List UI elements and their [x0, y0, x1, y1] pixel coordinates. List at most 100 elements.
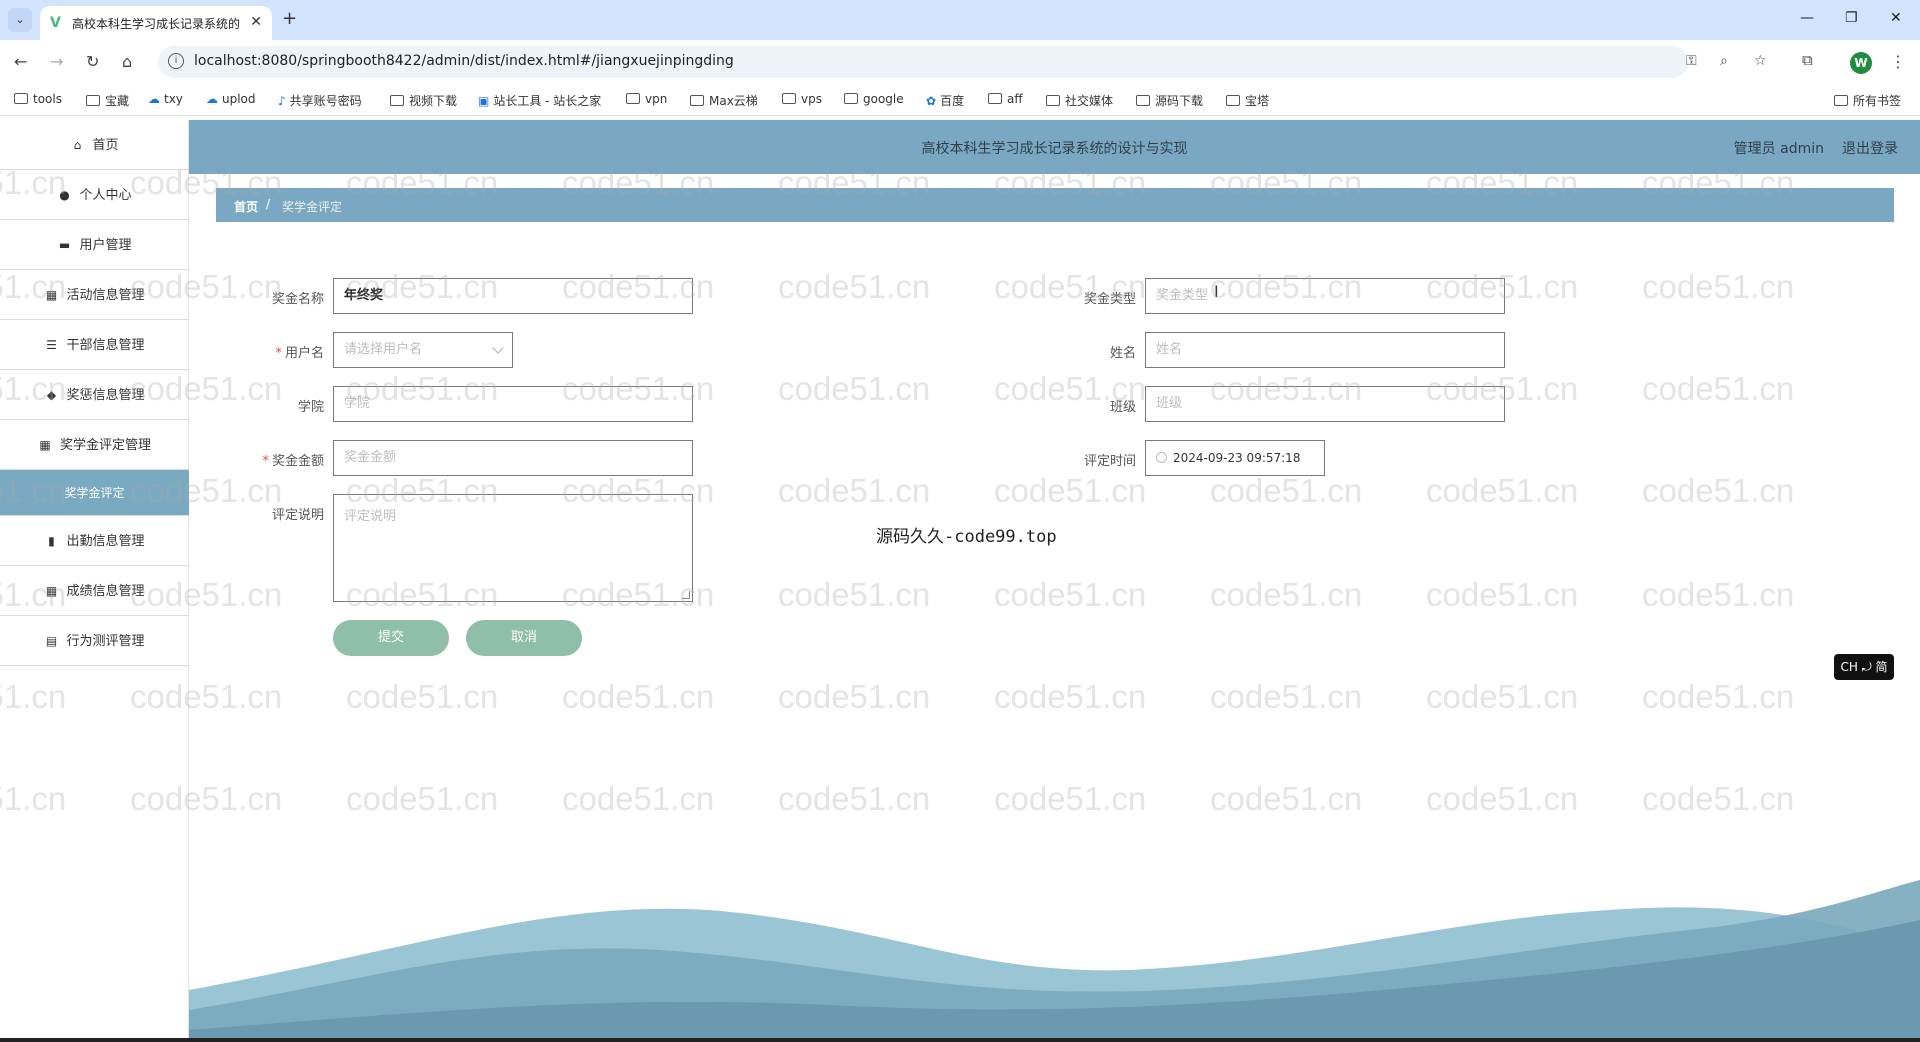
watermark-text: code51.cn [994, 472, 1146, 510]
sidebar-item-grades[interactable]: ▦成绩信息管理 [0, 566, 189, 616]
menu-kebab-icon[interactable]: ⋮ [1890, 52, 1906, 71]
text-cursor-icon: I [1214, 282, 1219, 301]
bookmark-item[interactable]: ♪共享账号密码 [278, 92, 362, 109]
reload-icon[interactable]: ↻ [86, 52, 99, 71]
bookmark-item[interactable]: vps [782, 92, 822, 106]
list-icon: ☰ [44, 320, 58, 370]
sidebar-item-scholarship-mgmt[interactable]: ▦奖学金评定管理 [0, 420, 189, 470]
label-class: 班级 [1046, 396, 1136, 415]
bookmark-item[interactable]: ☁txy [148, 92, 183, 106]
breadcrumb: 首页 / 奖学金评定 [216, 188, 1894, 222]
app-header: 高校本科生学习成长记录系统的设计与实现 管理员 admin 退出登录 [189, 120, 1920, 174]
bookmark-item[interactable]: aff [988, 92, 1023, 106]
watermark-text: code51.cn [1642, 370, 1794, 408]
bookmark-item[interactable]: 宝塔 [1226, 92, 1269, 109]
bookmark-item[interactable]: google [844, 92, 904, 106]
omnibox[interactable]: i localhost:8080/springbooth8422/admin/d… [158, 46, 1688, 78]
home-button-icon[interactable]: ⌂ [122, 52, 132, 71]
watermark-text: code51.cn [778, 370, 930, 408]
bookmark-item[interactable]: Max云梯 [690, 92, 758, 109]
monitor-icon: ▬ [57, 220, 71, 270]
description-textarea[interactable]: 评定说明 [333, 494, 693, 602]
sidebar-item-rewards[interactable]: ◆奖惩信息管理 [0, 370, 189, 420]
breadcrumb-home[interactable]: 首页 [234, 198, 258, 215]
bookmark-item[interactable]: vpn [626, 92, 667, 106]
watermark-text: code51.cn [1642, 268, 1794, 306]
folder-icon [844, 93, 858, 104]
folder-icon [14, 93, 28, 104]
folder-icon [782, 93, 796, 104]
all-bookmarks[interactable]: 所有书签 [1834, 92, 1901, 109]
cancel-button[interactable]: 取消 [466, 620, 582, 656]
watermark-text: code51.cn [1210, 576, 1362, 614]
folder-icon [626, 93, 640, 104]
password-key-icon[interactable]: ⚿ [1686, 53, 1697, 69]
amount-input[interactable]: 奖金金额 [333, 440, 693, 476]
label-username: *用户名 [234, 342, 324, 361]
url-text[interactable]: localhost:8080/springbooth8422/admin/dis… [194, 53, 734, 69]
folder-icon [86, 95, 100, 106]
watermark-text: code51.cn [778, 780, 930, 818]
label-name: 姓名 [1046, 342, 1136, 361]
browser-tab[interactable]: V 高校本科生学习成长记录系统的 ✕ [40, 6, 272, 40]
submit-button[interactable]: 提交 [333, 620, 449, 656]
close-tab-icon[interactable]: ✕ [250, 14, 262, 30]
sidebar-item-attendance[interactable]: ▮出勤信息管理 [0, 516, 189, 566]
clock-icon [1156, 452, 1167, 463]
logout-link[interactable]: 退出登录 [1842, 138, 1898, 158]
folder-icon [1046, 95, 1060, 106]
tab-search-icon[interactable]: ⌄ [8, 8, 32, 32]
site-info-icon[interactable]: i [168, 53, 184, 69]
zoom-icon[interactable]: ⌕ [1720, 53, 1728, 69]
bookmark-item[interactable]: ☁uplod [206, 92, 256, 106]
watermark-text: code51.cn [1210, 472, 1362, 510]
jiangjin-type-input[interactable]: 奖金类型 [1145, 278, 1505, 314]
minimize-icon[interactable]: — [1800, 10, 1814, 26]
window-close-icon[interactable]: ✕ [1890, 10, 1902, 26]
new-tab-icon[interactable]: + [282, 8, 297, 29]
profile-avatar[interactable]: W [1850, 52, 1872, 74]
bookmark-item[interactable]: ✿百度 [926, 92, 964, 109]
bookmark-star-icon[interactable]: ☆ [1754, 53, 1767, 69]
back-icon[interactable]: ← [14, 52, 27, 71]
resize-handle-icon[interactable] [682, 591, 690, 599]
watermark-text: code51.cn [1426, 576, 1578, 614]
bookmark-item[interactable]: tools [14, 92, 62, 106]
overlay-site-text: 源码久久-code99.top [876, 522, 1057, 547]
username-select[interactable]: 请选择用户名 [333, 332, 513, 368]
bookmark-item[interactable]: 视频下载 [390, 92, 457, 109]
watermark-text: code51.cn [1642, 780, 1794, 818]
sidebar-item-activities[interactable]: ▦活动信息管理 [0, 270, 189, 320]
restore-icon[interactable]: ❐ [1845, 10, 1858, 26]
watermark-text: code51.cn [994, 576, 1146, 614]
watermark-text: code51.cn [994, 678, 1146, 716]
bookmark-item[interactable]: 社交媒体 [1046, 92, 1113, 109]
college-input[interactable]: 学院 [333, 386, 693, 422]
app-root: ⌂首页 ●个人中心 ▬用户管理 ▦活动信息管理 ☰干部信息管理 ◆奖惩信息管理 … [0, 116, 1920, 1042]
eval-time-picker[interactable]: 2024-09-23 09:57:18 [1145, 440, 1325, 476]
bookmark-item[interactable]: 源码下载 [1136, 92, 1203, 109]
pin-icon: ◆ [44, 370, 58, 420]
bookmark-item[interactable]: 宝藏 [86, 92, 129, 109]
sidebar-item-behavior[interactable]: ▤行为测评管理 [0, 616, 189, 666]
sidebar-subitem-scholarship-eval[interactable]: 奖学金评定 [0, 470, 189, 516]
jiangjin-name-input[interactable]: 年终奖 [333, 278, 693, 314]
browser-tab-bar: ⌄ V 高校本科生学习成长记录系统的 ✕ + — ❐ ✕ [0, 0, 1920, 40]
extensions-icon[interactable]: ⧉ [1802, 51, 1813, 69]
class-input[interactable]: 班级 [1145, 386, 1505, 422]
forward-icon[interactable]: → [50, 52, 63, 71]
ime-indicator[interactable]: CH ⤾ 简 [1834, 654, 1894, 680]
watermark-text: code51.cn [346, 780, 498, 818]
sidebar-item-home[interactable]: ⌂首页 [0, 120, 189, 170]
breadcrumb-separator: / [266, 197, 270, 211]
bookmark-item[interactable]: ▣站长工具 - 站长之家 [478, 92, 601, 109]
watermark-text: code51.cn [994, 780, 1146, 818]
sidebar-item-profile[interactable]: ●个人中心 [0, 170, 189, 220]
sidebar-item-users[interactable]: ▬用户管理 [0, 220, 189, 270]
name-input[interactable]: 姓名 [1145, 332, 1505, 368]
bookmarks-bar: tools 宝藏 ☁txy ☁uplod ♪共享账号密码 视频下载 ▣站长工具 … [0, 84, 1920, 116]
label-college: 学院 [234, 396, 324, 415]
watermark-text: code51.cn [1426, 780, 1578, 818]
label-description: 评定说明 [234, 504, 324, 523]
sidebar-item-cadres[interactable]: ☰干部信息管理 [0, 320, 189, 370]
